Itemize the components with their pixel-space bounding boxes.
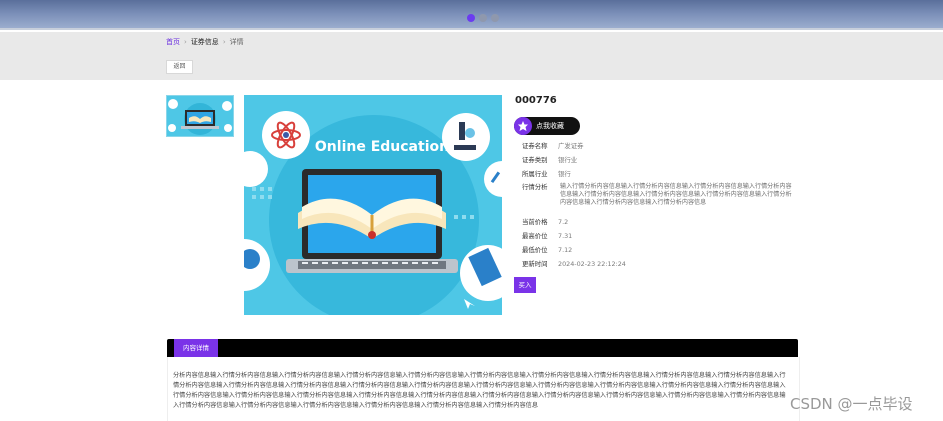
breadcrumb-separator: › [184, 38, 187, 46]
image-thumbnail[interactable] [166, 95, 234, 137]
info-row-high-price: 最高价位 7.31 [522, 232, 572, 240]
image-title: Online Education [315, 139, 449, 155]
field-label: 最低价位 [522, 246, 548, 254]
breadcrumb-separator: › [222, 38, 226, 46]
field-label: 当前价格 [522, 218, 548, 226]
carousel-dot-2[interactable] [479, 14, 487, 22]
breadcrumb-detail: 详情 [229, 38, 244, 46]
field-value: 银行 [558, 170, 571, 178]
back-button[interactable]: 返回 [166, 60, 193, 74]
content-header-bar [167, 339, 798, 357]
favorite-label: 点我收藏 [536, 122, 564, 130]
field-value: 广发证券 [558, 142, 584, 150]
field-value: 7.2 [558, 218, 569, 226]
field-label: 所属行业 [522, 170, 548, 178]
analysis-text: 输入行情分析内容信息输入行情分析内容信息输入行情分析内容信息输入行情分析内容信息… [560, 183, 792, 206]
field-label: 更新时间 [522, 260, 548, 268]
carousel-dot-1[interactable] [467, 14, 475, 22]
favorite-button[interactable]: 点我收藏 [514, 117, 580, 135]
watermark: CSDN @一点毕设 [790, 395, 913, 413]
tab-content-detail[interactable]: 内容详情 [174, 339, 218, 357]
field-value: 2024-02-23 22:12:24 [558, 260, 626, 268]
star-icon [514, 117, 532, 135]
content-detail-text: 分析内容信息输入行情分析内容信息输入行情分析内容信息输入行情分析内容信息输入行情… [173, 372, 786, 409]
info-row-analysis-label: 行情分析 [522, 183, 558, 191]
info-row-name: 证券名称 广发证券 [522, 142, 584, 150]
breadcrumb-home[interactable]: 首页 [166, 38, 180, 46]
field-label: 行情分析 [522, 183, 548, 191]
field-value: 7.12 [558, 246, 573, 254]
stock-code: 000776 [515, 95, 557, 106]
carousel-dots [467, 14, 499, 22]
buy-button[interactable]: 买入 [514, 277, 536, 293]
breadcrumb-securities[interactable]: 证券信息 [191, 38, 219, 46]
info-row-industry: 所属行业 银行 [522, 170, 571, 178]
info-row-current-price: 当前价格 7.2 [522, 218, 568, 226]
info-row-category: 证券类别 银行业 [522, 156, 577, 164]
field-value: 银行业 [558, 156, 578, 164]
carousel-dot-3[interactable] [491, 14, 499, 22]
field-label: 证券名称 [522, 142, 548, 150]
field-label: 最高价位 [522, 232, 548, 240]
field-label: 证券类别 [522, 156, 548, 164]
info-row-update-time: 更新时间 2024-02-23 22:12:24 [522, 260, 626, 268]
field-value: 7.31 [558, 232, 573, 240]
product-image: Online Education [244, 95, 502, 315]
info-row-low-price: 最低价位 7.12 [522, 246, 572, 254]
breadcrumb-area [0, 32, 943, 80]
breadcrumb: 首页 › 证券信息 › 详情 [166, 38, 244, 47]
